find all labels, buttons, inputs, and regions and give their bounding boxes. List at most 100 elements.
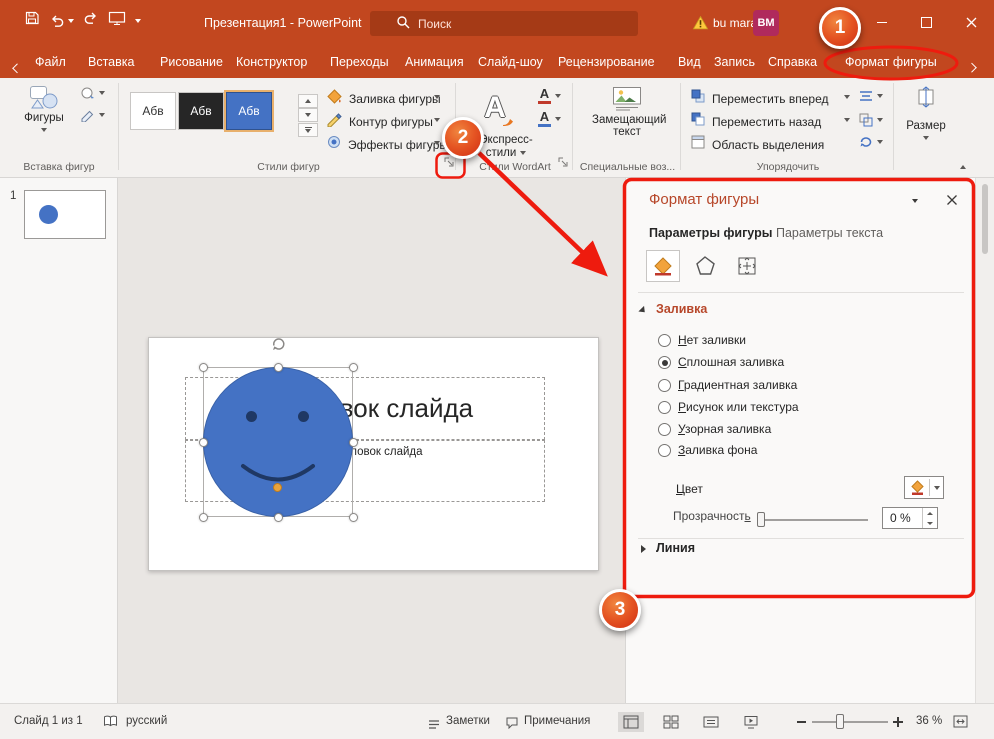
zoom-out-icon[interactable]	[797, 721, 806, 723]
radio-gradient-fill[interactable]	[658, 379, 671, 392]
bring-forward-caret[interactable]	[844, 95, 850, 99]
size-button[interactable]: Размер	[900, 84, 952, 144]
selection-pane-button[interactable]: Область выделения	[690, 134, 824, 155]
zoom-in-icon[interactable]	[893, 717, 903, 727]
tab-shape-format[interactable]: Формат фигуры	[845, 46, 937, 78]
pane-effects-tab[interactable]	[688, 250, 722, 282]
tab-slideshow[interactable]: Слайд-шоу	[478, 46, 543, 78]
spellcheck-book-icon[interactable]	[103, 715, 118, 733]
radio-pattern-fill[interactable]	[658, 423, 671, 436]
normal-view-button[interactable]	[618, 712, 644, 732]
resize-handle-se[interactable]	[348, 512, 358, 522]
transparency-spinbox[interactable]: 0 %	[882, 507, 938, 529]
line-section-collapse-icon[interactable]	[641, 545, 646, 553]
shape-effects-caret[interactable]	[434, 141, 440, 145]
close-button[interactable]	[949, 0, 994, 45]
shape-fill-caret[interactable]	[434, 95, 440, 99]
tab-review[interactable]: Рецензирование	[558, 46, 655, 78]
transparency-slider-thumb[interactable]	[757, 512, 765, 527]
shape-adjust-handle[interactable]	[273, 483, 282, 492]
pane-tab-shape-options[interactable]: Параметры фигуры	[649, 226, 772, 240]
shape-style-swatch-blue-selected[interactable]: Абв	[224, 90, 274, 132]
pane-close-icon[interactable]	[946, 193, 958, 211]
save-icon[interactable]	[24, 10, 40, 31]
language-indicator[interactable]: русский	[126, 715, 167, 727]
align-button[interactable]	[858, 89, 883, 103]
alt-text-button[interactable]: Замещающий текст	[592, 84, 666, 138]
radio-background-fill[interactable]	[658, 444, 671, 457]
slide-sorter-view-button[interactable]	[658, 712, 684, 732]
edit-shape-button[interactable]	[80, 86, 105, 100]
line-section-header[interactable]: Линия	[656, 541, 695, 555]
zoom-slider-thumb[interactable]	[836, 714, 844, 729]
fill-color-button[interactable]	[904, 476, 944, 499]
shape-outline-caret[interactable]	[434, 118, 440, 122]
maximize-button[interactable]	[904, 0, 949, 45]
tab-record[interactable]: Запись	[714, 46, 755, 78]
tab-design[interactable]: Конструктор	[236, 46, 307, 78]
send-backward-caret[interactable]	[844, 118, 850, 122]
resize-handle-w[interactable]	[198, 437, 208, 447]
zoom-level[interactable]: 36 %	[916, 715, 942, 727]
chevron-left-icon[interactable]	[9, 59, 27, 77]
zoom-slider-track[interactable]	[812, 721, 888, 723]
pane-fill-line-tab[interactable]	[646, 250, 680, 282]
slideshow-view-button[interactable]	[738, 712, 764, 732]
collapse-ribbon-icon[interactable]	[960, 165, 966, 169]
tab-file[interactable]: Файл	[35, 46, 66, 78]
pane-options-icon[interactable]	[912, 199, 918, 203]
shape-fill-button[interactable]: Заливка фигуры	[326, 88, 441, 109]
pane-tab-text-options[interactable]: Параметры текста	[776, 226, 883, 240]
gallery-scroll-up[interactable]	[298, 94, 318, 108]
send-backward-button[interactable]: Переместить назад	[690, 111, 821, 132]
radio-solid-fill[interactable]	[658, 356, 671, 369]
transparency-slider-track[interactable]	[760, 519, 868, 521]
customize-quick-access-icon[interactable]	[135, 18, 141, 23]
shape-styles-dialog-launcher[interactable]	[444, 155, 455, 173]
tab-insert[interactable]: Вставка	[88, 46, 134, 78]
bring-forward-button[interactable]: Переместить вперед	[690, 88, 828, 109]
resize-handle-e[interactable]	[348, 437, 358, 447]
shape-outline-button[interactable]: Контур фигуры	[326, 111, 433, 132]
undo-icon[interactable]	[49, 13, 74, 29]
search-box[interactable]: Поиск	[370, 11, 638, 36]
shapes-button[interactable]: Фигуры	[16, 82, 72, 154]
resize-handle-n[interactable]	[273, 362, 283, 372]
radio-no-fill[interactable]	[658, 334, 671, 347]
shape-style-swatch-white[interactable]: Абв	[130, 92, 176, 130]
gallery-scroll-down[interactable]	[298, 108, 318, 122]
quick-styles-caret[interactable]	[520, 151, 527, 155]
account-name[interactable]: bu mara	[713, 16, 757, 30]
slide-indicator[interactable]: Слайд 1 из 1	[14, 715, 83, 727]
notes-button[interactable]: Заметки	[446, 715, 490, 727]
reading-view-button[interactable]	[698, 712, 724, 732]
resize-handle-nw[interactable]	[198, 362, 208, 372]
transparency-step-up[interactable]	[923, 508, 937, 518]
resize-handle-ne[interactable]	[348, 362, 358, 372]
tab-animations[interactable]: Анимация	[405, 46, 464, 78]
resize-handle-sw[interactable]	[198, 512, 208, 522]
ink-pen-icon[interactable]	[80, 108, 105, 122]
rotate-handle[interactable]	[270, 336, 286, 357]
fill-section-expand-icon[interactable]	[638, 305, 648, 316]
text-fill-button[interactable]: А	[538, 87, 561, 104]
tab-draw[interactable]: Рисование	[160, 46, 223, 78]
minimize-button[interactable]	[859, 0, 904, 45]
fit-slide-icon[interactable]	[953, 715, 968, 733]
rotate-button[interactable]	[858, 135, 883, 149]
fill-section-header[interactable]: Заливка	[656, 302, 707, 316]
account-avatar[interactable]: BM	[753, 10, 779, 36]
transparency-step-down[interactable]	[923, 518, 937, 528]
tab-help[interactable]: Справка	[768, 46, 817, 78]
slideshow-from-start-icon[interactable]	[108, 10, 126, 31]
chevron-right-icon[interactable]	[963, 59, 981, 77]
pane-size-properties-tab[interactable]	[730, 250, 764, 282]
warning-icon[interactable]	[692, 15, 709, 35]
smiley-shape[interactable]	[203, 367, 353, 517]
pane-scrollbar[interactable]	[975, 178, 994, 703]
tab-transitions[interactable]: Переходы	[330, 46, 389, 78]
gallery-more-button[interactable]	[298, 123, 318, 137]
slide-thumbnail[interactable]	[24, 190, 106, 239]
resize-handle-s[interactable]	[273, 512, 283, 522]
radio-picture-fill[interactable]	[658, 401, 671, 414]
